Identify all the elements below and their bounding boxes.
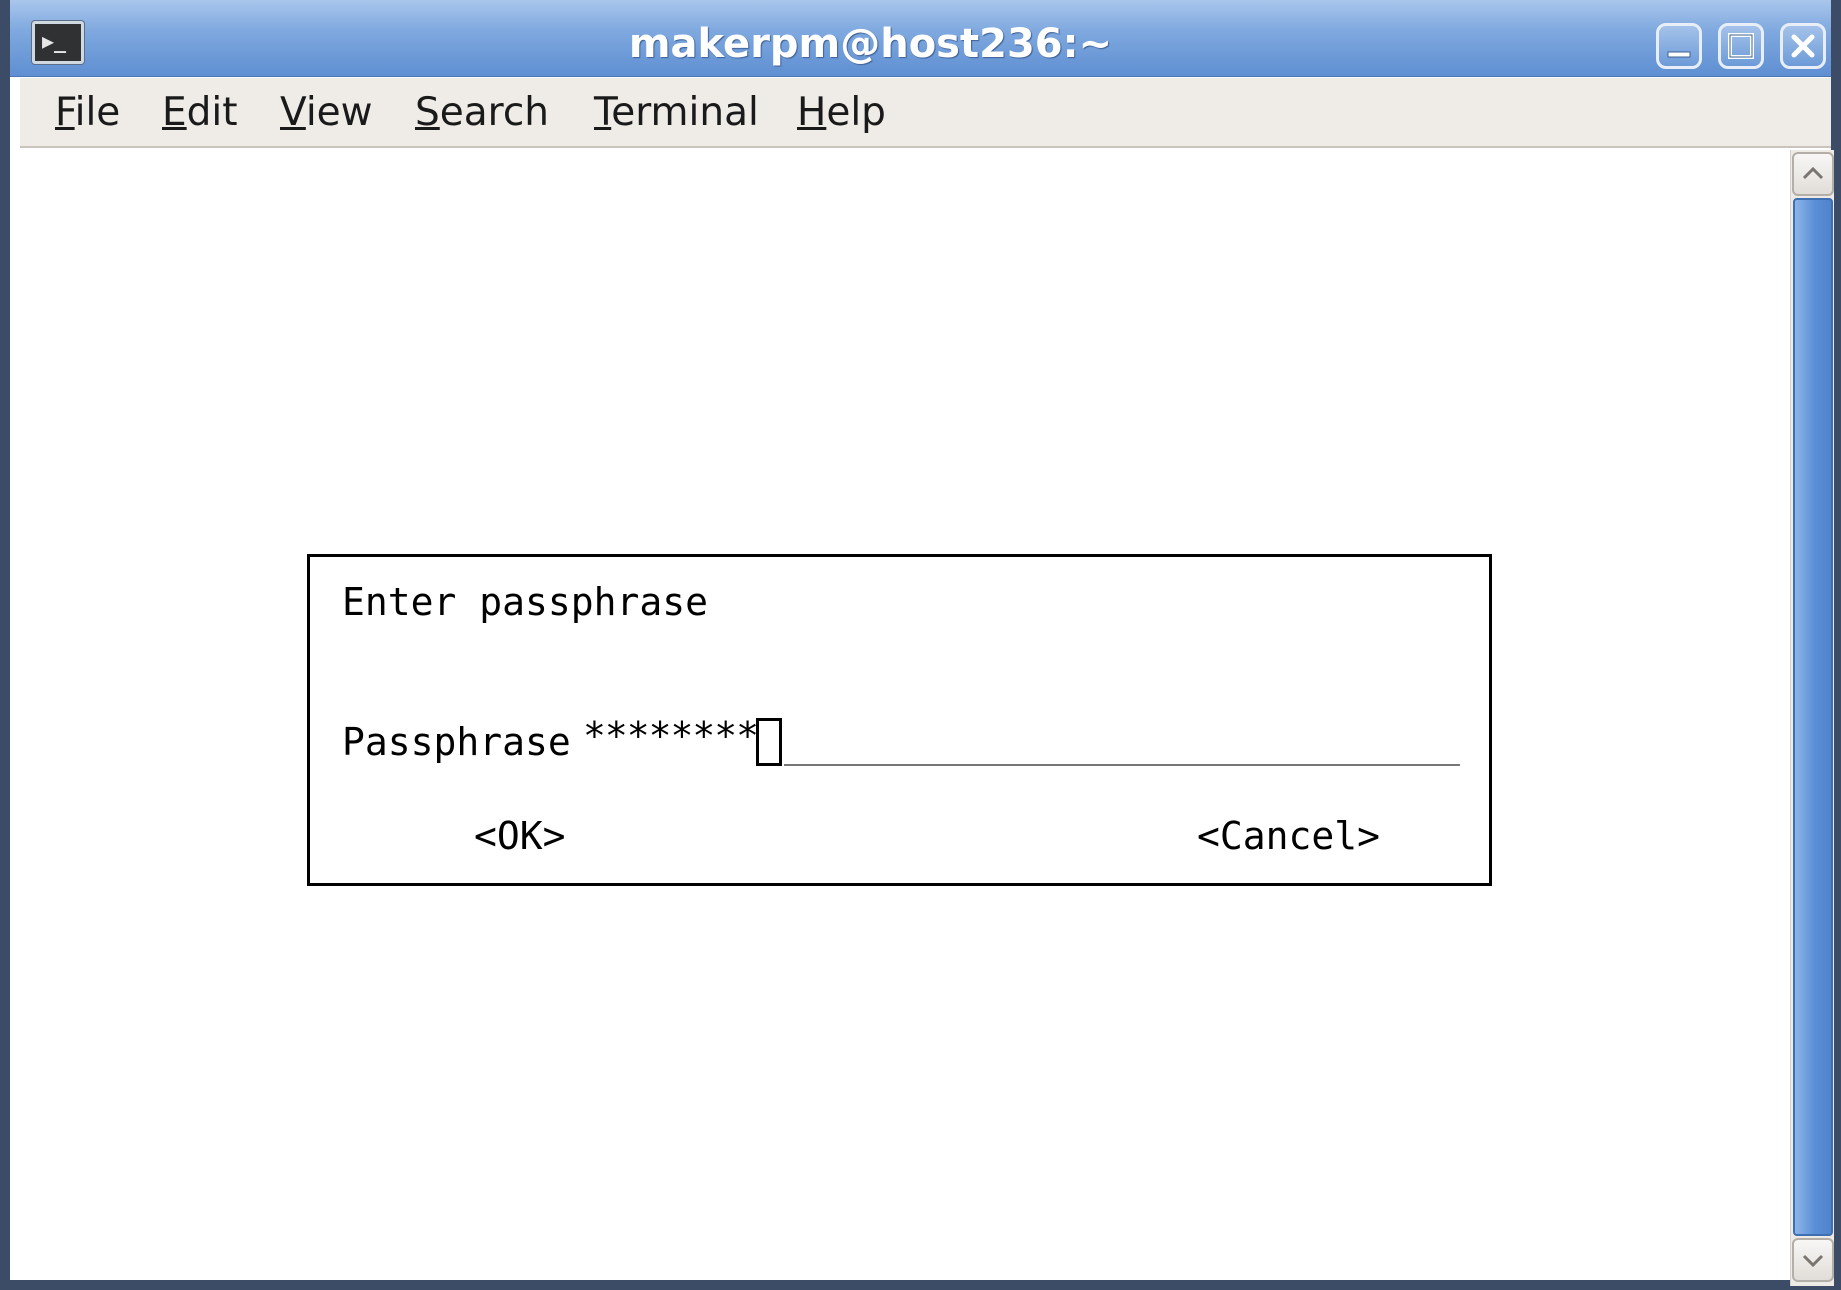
passphrase-input-field[interactable] xyxy=(784,764,1460,766)
minimize-icon xyxy=(1667,51,1691,58)
menu-bar: File Edit View Search Terminal Help xyxy=(20,78,1831,148)
window-title: makerpm@host236:~ xyxy=(628,21,1113,67)
close-button[interactable] xyxy=(1780,23,1826,69)
menu-file-label: ile xyxy=(74,90,121,135)
menu-help[interactable]: Help xyxy=(797,90,886,136)
scroll-up-arrow-icon xyxy=(1802,166,1824,180)
terminal-window: ▶_ makerpm@host236:~ File Edit View Sear… xyxy=(0,0,1841,1290)
passphrase-input-value[interactable]: ******** xyxy=(583,713,759,759)
menu-terminal-mnemonic: T xyxy=(594,90,612,135)
minimize-button[interactable] xyxy=(1656,23,1702,69)
menu-file-mnemonic: F xyxy=(55,90,75,135)
dialog-title: Enter passphrase xyxy=(342,580,709,624)
close-icon xyxy=(1791,34,1815,58)
vertical-scrollbar[interactable] xyxy=(1790,150,1834,1286)
scroll-down-arrow-icon xyxy=(1802,1254,1824,1268)
menu-search-mnemonic: S xyxy=(415,90,440,135)
menu-view-label: iew xyxy=(305,90,373,135)
menu-file[interactable]: File xyxy=(55,90,120,136)
menu-help-label: elp xyxy=(826,90,886,135)
menu-edit-label: dit xyxy=(186,90,238,135)
menu-search[interactable]: Search xyxy=(415,90,549,136)
passphrase-label: Passphrase xyxy=(342,720,571,764)
maximize-button[interactable] xyxy=(1718,23,1764,69)
passphrase-dialog: Enter passphrase Passphrase ******** <OK… xyxy=(307,554,1492,886)
menu-edit[interactable]: Edit xyxy=(162,90,238,136)
ok-button[interactable]: <OK> xyxy=(474,813,566,859)
cancel-button[interactable]: <Cancel> xyxy=(1197,813,1380,859)
scrollbar-thumb[interactable] xyxy=(1793,198,1833,1236)
maximize-icon xyxy=(1728,33,1754,59)
menu-edit-mnemonic: E xyxy=(162,90,187,135)
menu-view-mnemonic: V xyxy=(280,90,306,135)
text-cursor xyxy=(756,718,782,766)
menu-view[interactable]: View xyxy=(280,90,373,136)
menu-terminal[interactable]: Terminal xyxy=(594,90,759,136)
menu-search-label: earch xyxy=(439,90,549,135)
menu-terminal-label: erminal xyxy=(611,90,759,135)
scroll-down-button[interactable] xyxy=(1792,1238,1834,1282)
scroll-up-button[interactable] xyxy=(1792,152,1834,196)
title-bar[interactable]: ▶_ makerpm@host236:~ xyxy=(10,0,1831,77)
menu-help-mnemonic: H xyxy=(797,90,827,135)
